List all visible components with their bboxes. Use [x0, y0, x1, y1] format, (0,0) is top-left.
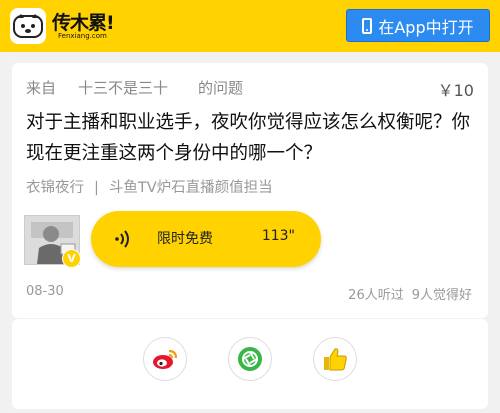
open-in-app-button[interactable]: 在App中打开 [346, 9, 490, 42]
thumbs-up-button[interactable] [313, 337, 357, 381]
app-logo[interactable] [10, 8, 46, 44]
question-text: 对于主播和职业选手，夜吹你觉得应该怎么权衡呢？你现在更注重这两个身份中的哪一个？ [26, 112, 471, 164]
answer-stats: 26人听过 9人觉得好 [348, 284, 472, 303]
answerer-name: 衣锦夜行 [26, 180, 84, 196]
from-label: 来自 [26, 79, 57, 97]
voice-duration: 113" [261, 228, 295, 244]
verified-badge: V [62, 249, 81, 268]
brand-domain: Fenxiang.com [58, 32, 107, 40]
thumbs-up-icon [324, 348, 347, 371]
voice-answer-button[interactable]: 限时免费 113" [91, 211, 321, 267]
answer-meta: 08-30 26人听过 9人觉得好 [26, 284, 472, 304]
sound-wave-icon [115, 230, 129, 248]
question-suffix: 的问题 [198, 79, 244, 97]
top-bar: 传木累! Fenxiang.com 在App中打开 [0, 0, 500, 52]
mascot-icon [13, 14, 43, 38]
phone-icon [362, 17, 373, 34]
asker-name-link[interactable]: 十三不是三十 [78, 77, 168, 98]
open-in-app-label: 在App中打开 [378, 17, 474, 37]
answerer-title: 斗鱼TV炉石直播颜值担当 [108, 180, 273, 196]
question-source-row: 来自 十三不是三十 的问题 ￥10 [26, 77, 474, 100]
voice-free-label: 限时免费 [157, 231, 213, 247]
answerer-info[interactable]: 衣锦夜行 | 斗鱼TV炉石直播颜值担当 [26, 176, 273, 198]
answer-date: 08-30 [26, 284, 64, 299]
share-bar [12, 319, 488, 409]
listen-count: 26人听过 [348, 288, 404, 303]
answerer-separator: | [94, 180, 99, 196]
brand-wordmark: 传木累! Fenxiang.com [52, 8, 115, 42]
question-price: ￥10 [437, 81, 474, 100]
weibo-icon [153, 349, 178, 369]
brand-name: 传木累! [52, 12, 115, 34]
share-moments-button[interactable] [228, 337, 272, 381]
like-count: 9人觉得好 [411, 288, 472, 303]
question-card: 来自 十三不是三十 的问题 ￥10 对于主播和职业选手，夜吹你觉得应该怎么权衡呢… [12, 63, 488, 318]
share-weibo-button[interactable] [143, 337, 187, 381]
moments-icon [238, 347, 262, 371]
